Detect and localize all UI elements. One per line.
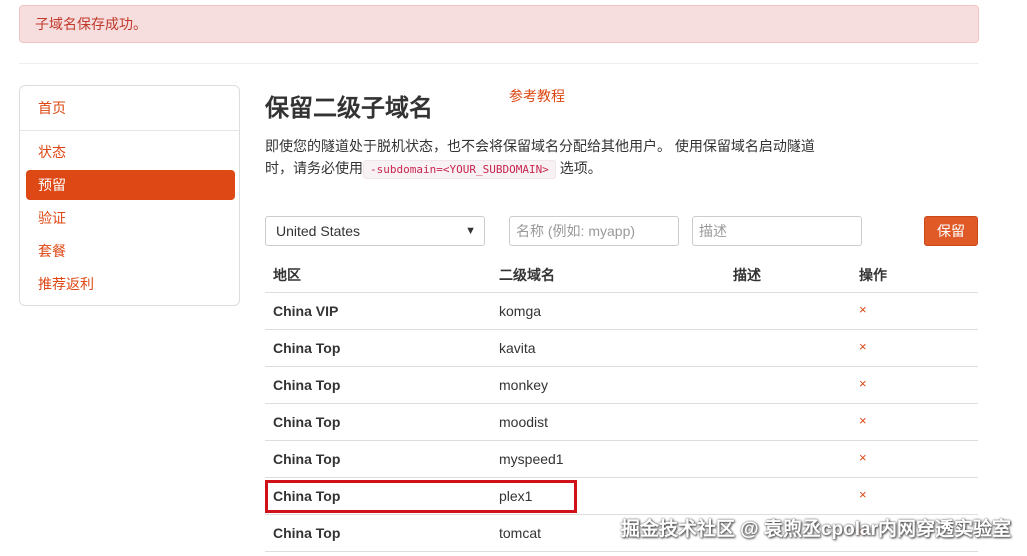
highlight-box xyxy=(265,480,577,513)
sidebar-item-plan[interactable]: 套餐 xyxy=(26,236,235,266)
cell-subdomain: tomcat xyxy=(499,525,542,541)
column-header-subdomain: 二级域名 xyxy=(499,267,555,283)
delete-icon[interactable]: × xyxy=(859,413,867,428)
sidebar-divider xyxy=(20,130,239,131)
subdomain-name-input[interactable] xyxy=(509,216,679,246)
column-header-action: 操作 xyxy=(859,267,887,283)
divider xyxy=(19,63,979,64)
delete-icon[interactable]: × xyxy=(859,302,867,317)
cell-region: China Top xyxy=(273,525,341,541)
table-row: China Top kavita × xyxy=(265,330,978,367)
subdomain-code: -subdomain=<YOUR_SUBDOMAIN> xyxy=(363,160,556,179)
description-input[interactable] xyxy=(692,216,862,246)
cell-subdomain: myspeed1 xyxy=(499,451,564,467)
column-header-description: 描述 xyxy=(733,267,761,283)
cell-subdomain: kavita xyxy=(499,340,536,356)
description-suffix: 选项。 xyxy=(559,160,602,176)
page-title: 保留二级子域名 xyxy=(265,95,433,122)
region-select-value: United States xyxy=(276,223,361,239)
cell-subdomain: moodist xyxy=(499,414,549,430)
cell-region: China Top xyxy=(273,340,341,356)
sidebar-item-verify[interactable]: 验证 xyxy=(26,203,235,233)
sidebar-nav: 首页 状态 预留 验证 套餐 推荐返利 xyxy=(19,85,240,306)
cell-subdomain: komga xyxy=(499,303,542,319)
success-alert: 子域名保存成功。 xyxy=(19,5,979,43)
reference-link[interactable]: 参考教程 xyxy=(509,86,565,106)
cell-subdomain: monkey xyxy=(499,377,549,393)
sidebar-item-reserve[interactable]: 预留 xyxy=(26,170,235,200)
sidebar-item-home[interactable]: 首页 xyxy=(26,93,235,123)
table-row: China VIP komga × xyxy=(265,293,978,330)
page-description: 即使您的隧道处于脱机状态，也不会将保留域名分配给其他用户。 使用保留域名启动隧道… xyxy=(265,135,825,181)
delete-icon[interactable]: × xyxy=(859,450,867,465)
watermark: 掘金技术社区 @ 袁煦丞cpolar内网穿透实验室 xyxy=(620,519,1011,540)
sidebar-item-status[interactable]: 状态 xyxy=(26,137,235,167)
table-row: China Top moodist × xyxy=(265,404,978,441)
cell-region: China Top xyxy=(273,451,341,467)
reserve-button[interactable]: 保留 xyxy=(924,216,978,246)
alert-message: 子域名保存成功。 xyxy=(35,16,147,32)
column-header-region: 地区 xyxy=(273,267,301,283)
cell-region: China Top xyxy=(273,414,341,430)
sidebar-item-referral[interactable]: 推荐返利 xyxy=(26,269,235,299)
cell-region: China VIP xyxy=(273,303,339,319)
region-select[interactable]: United States ▼ xyxy=(265,216,485,246)
delete-icon[interactable]: × xyxy=(859,339,867,354)
table-row: China Top myspeed1 × xyxy=(265,441,978,478)
delete-icon[interactable]: × xyxy=(859,376,867,391)
chevron-down-icon: ▼ xyxy=(465,225,476,237)
table-row: China Top monkey × xyxy=(265,367,978,404)
delete-icon[interactable]: × xyxy=(859,487,867,502)
cell-region: China Top xyxy=(273,377,341,393)
